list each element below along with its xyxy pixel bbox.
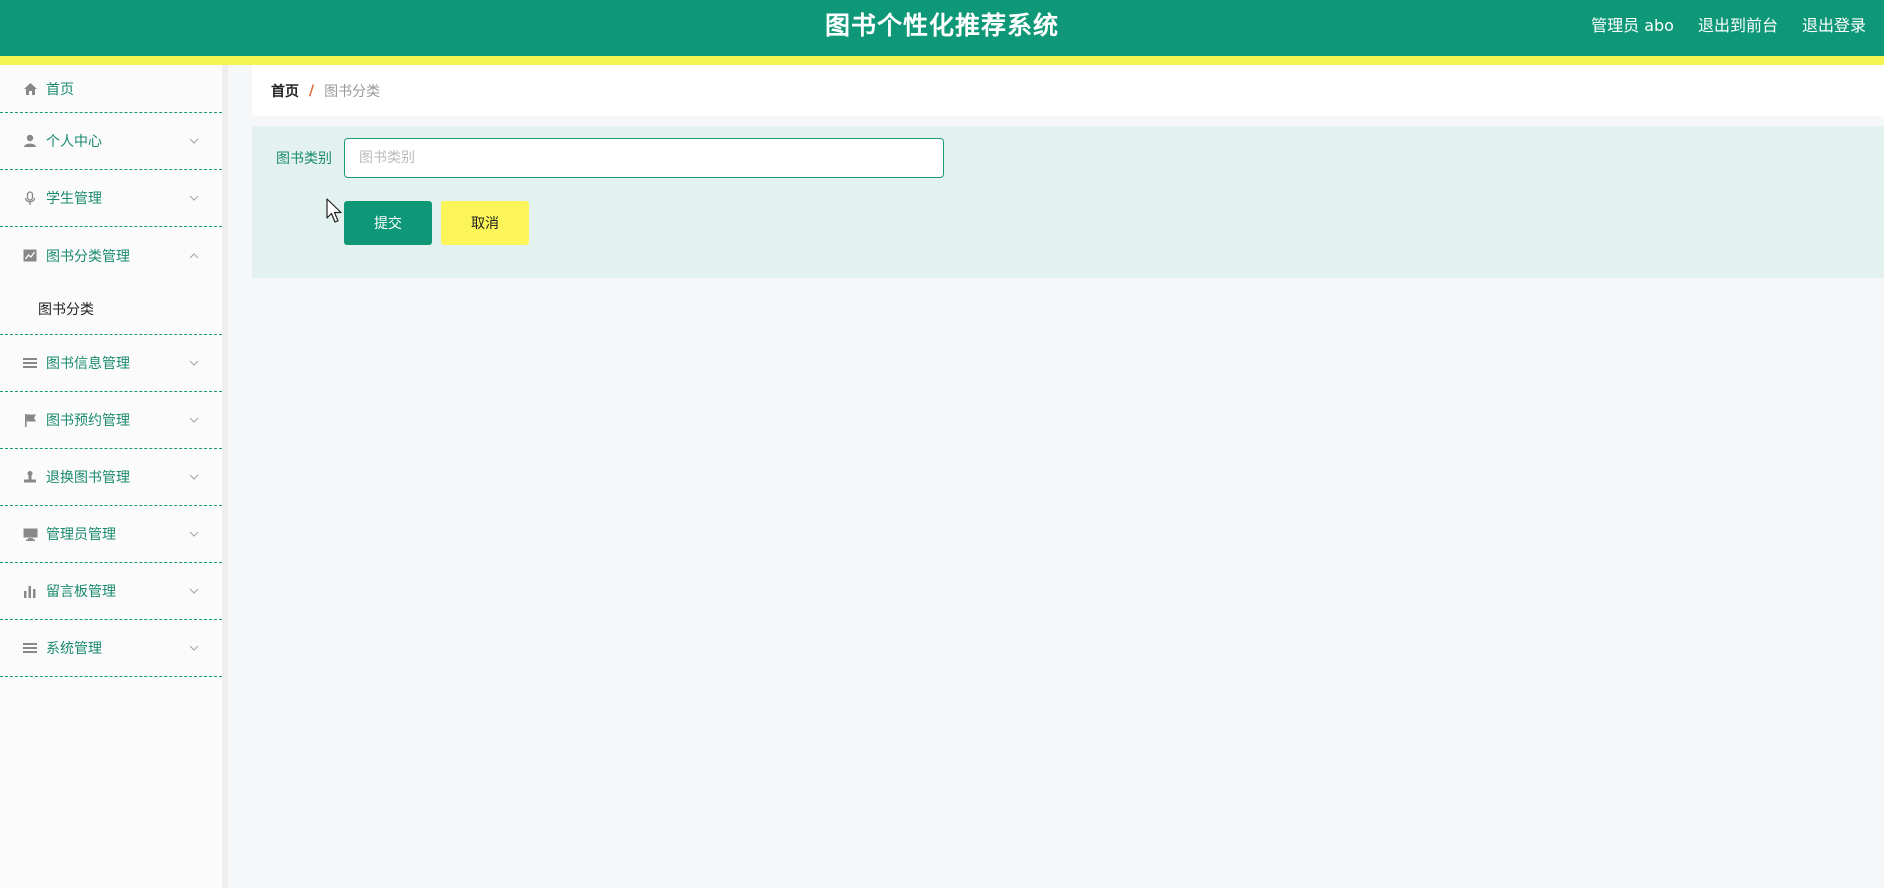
bar-chart-icon xyxy=(22,583,38,599)
sidebar-item-personal-center[interactable]: 个人中心 xyxy=(0,113,222,170)
monitor-icon xyxy=(22,526,38,542)
top-links: 管理员 abo 退出到前台 退出登录 xyxy=(1591,12,1866,36)
sidebar-item-book-reservation-management[interactable]: 图书预约管理 xyxy=(0,392,222,449)
sidebar-item-system-management[interactable]: 系统管理 xyxy=(0,620,222,677)
submit-button[interactable]: 提交 xyxy=(344,201,432,245)
chevron-down-icon xyxy=(189,588,199,594)
top-header: 图书个性化推荐系统 管理员 abo 退出到前台 退出登录 xyxy=(0,0,1884,65)
sidebar-item-admin-management[interactable]: 管理员管理 xyxy=(0,506,222,563)
home-icon xyxy=(22,81,38,97)
admin-user-label: 管理员 abo xyxy=(1591,16,1674,35)
chevron-down-icon xyxy=(189,360,199,366)
sidebar-item-label: 退换图书管理 xyxy=(46,470,130,486)
flag-icon xyxy=(22,412,38,428)
sidebar-item-message-board-management[interactable]: 留言板管理 xyxy=(0,563,222,620)
sidebar-item-home[interactable]: 首页 xyxy=(0,65,222,113)
category-input[interactable] xyxy=(344,138,944,178)
sidebar-subitem-label: 图书分类 xyxy=(38,302,94,318)
breadcrumb-home-link[interactable]: 首页 xyxy=(271,81,299,101)
sidebar-subitem-book-category[interactable]: 图书分类 xyxy=(0,284,222,335)
sidebar-item-label: 留言板管理 xyxy=(46,584,116,600)
exit-to-front-link[interactable]: 退出到前台 xyxy=(1698,12,1778,36)
header-accent-bar xyxy=(0,56,1884,65)
chevron-down-icon xyxy=(189,474,199,480)
chevron-down-icon xyxy=(189,645,199,651)
sidebar-item-student-management[interactable]: 学生管理 xyxy=(0,170,222,227)
breadcrumb: 首页 / 图书分类 xyxy=(252,65,1884,116)
sidebar-item-label: 图书预约管理 xyxy=(46,413,130,429)
breadcrumb-separator: / xyxy=(309,82,315,99)
logout-link[interactable]: 退出登录 xyxy=(1802,12,1866,36)
stamp-icon xyxy=(22,469,38,485)
mouse-cursor-icon xyxy=(326,198,342,223)
microphone-icon xyxy=(22,190,38,206)
menu-icon xyxy=(22,640,38,656)
chevron-down-icon xyxy=(189,417,199,423)
chevron-down-icon xyxy=(189,138,199,144)
sidebar-item-label: 首页 xyxy=(46,81,74,98)
category-label: 图书类别 xyxy=(276,151,332,167)
cancel-button[interactable]: 取消 xyxy=(441,201,529,245)
sidebar: 首页 个人中心 学生管理 图书分类管理 图书分类 图书信息管理 图书预约管理 退… xyxy=(0,65,228,888)
sidebar-item-label: 图书分类管理 xyxy=(46,248,130,265)
category-form: 图书类别 提交 取消 xyxy=(252,126,1884,278)
chevron-down-icon xyxy=(189,531,199,537)
sidebar-item-label: 个人中心 xyxy=(46,134,102,150)
chevron-up-icon xyxy=(189,252,199,258)
chart-icon xyxy=(22,248,38,264)
sidebar-item-label: 系统管理 xyxy=(46,641,102,657)
chevron-down-icon xyxy=(189,195,199,201)
sidebar-item-book-return-management[interactable]: 退换图书管理 xyxy=(0,449,222,506)
list-icon xyxy=(22,355,38,371)
sidebar-item-book-info-management[interactable]: 图书信息管理 xyxy=(0,335,222,392)
sidebar-item-label: 学生管理 xyxy=(46,191,102,207)
sidebar-item-book-category-management[interactable]: 图书分类管理 xyxy=(0,227,222,284)
sidebar-item-label: 图书信息管理 xyxy=(46,356,130,372)
sidebar-item-label: 管理员管理 xyxy=(46,527,116,543)
user-icon xyxy=(22,133,38,149)
breadcrumb-current: 图书分类 xyxy=(324,83,381,100)
